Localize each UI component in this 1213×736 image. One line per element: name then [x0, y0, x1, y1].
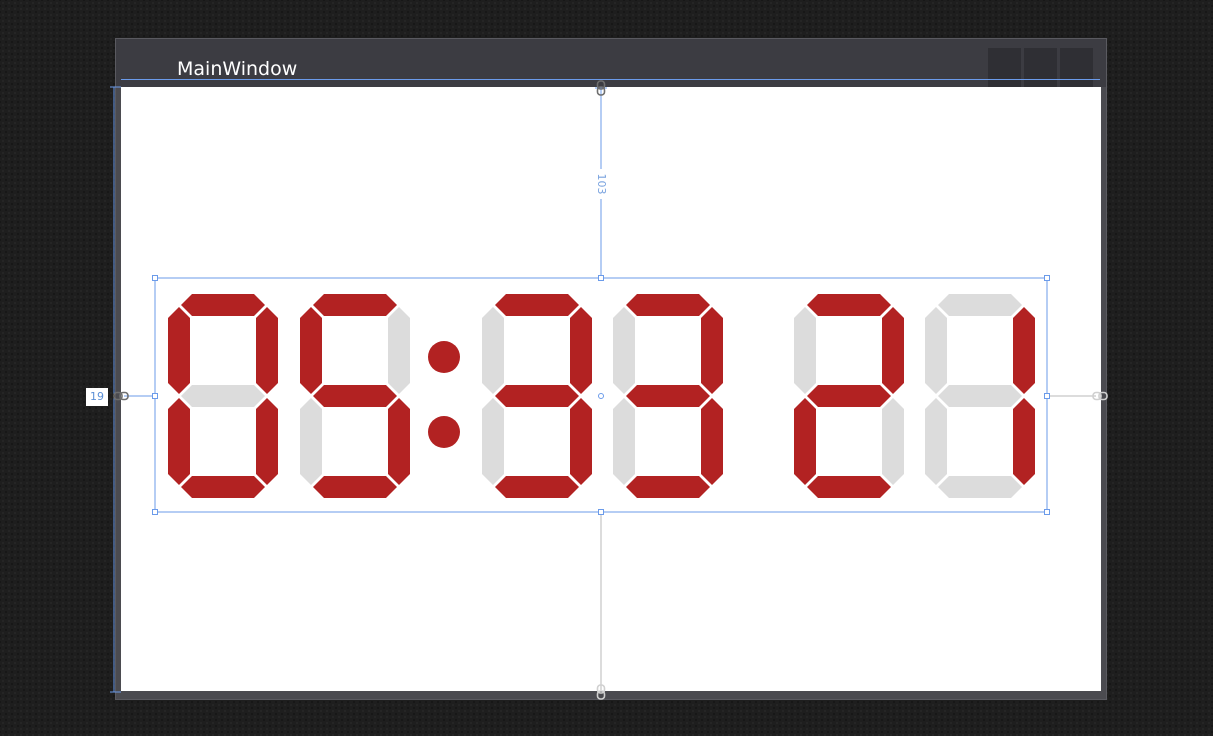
close-button[interactable] — [1060, 48, 1093, 87]
top-margin-label: 103 — [594, 169, 608, 199]
window-title: MainWindow — [177, 58, 298, 80]
left-margin-label: 19 — [86, 388, 108, 406]
minimize-button[interactable] — [988, 48, 1021, 87]
title-bar: MainWindow — [116, 39, 1106, 87]
main-window: MainWindow — [115, 38, 1107, 700]
window-content — [121, 87, 1101, 691]
maximize-button[interactable] — [1024, 48, 1057, 87]
